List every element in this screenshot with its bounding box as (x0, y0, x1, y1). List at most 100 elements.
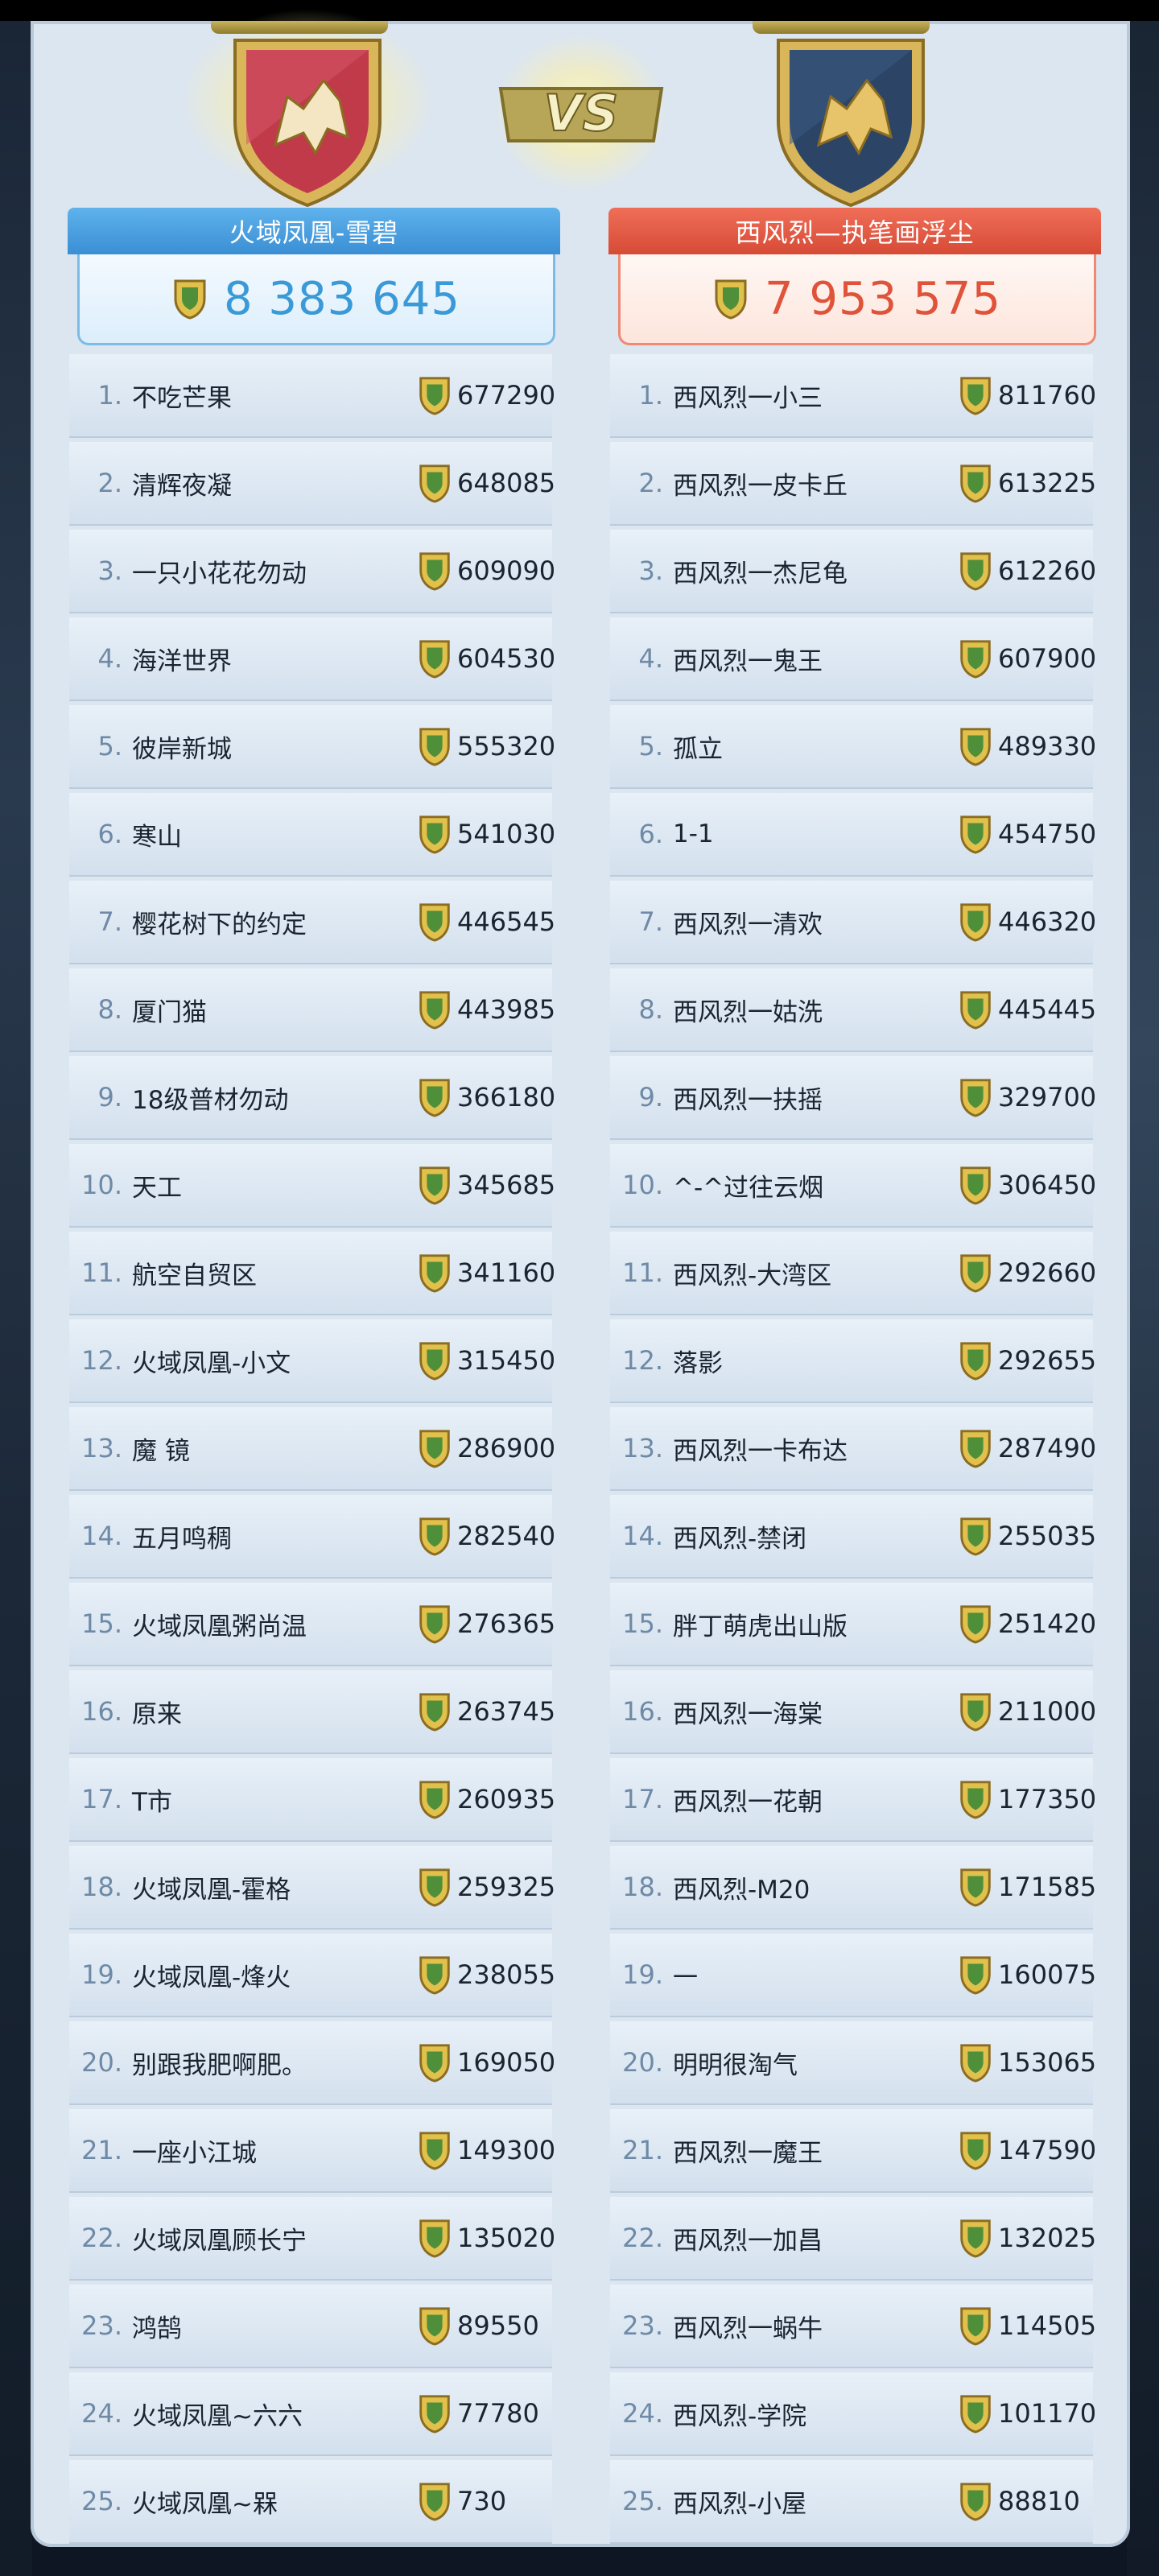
player-score: 177350 (998, 1784, 1097, 1814)
player-name: 西风烈一魔王 (673, 2138, 823, 2168)
player-row[interactable]: 18. 西风烈-M20 171585 (610, 1846, 1096, 1930)
player-row[interactable]: 8. 西风烈一姑洗 445445 (610, 968, 1096, 1052)
shield-coin-icon (960, 815, 991, 854)
player-name: 火域凤凰-烽火 (132, 1963, 291, 1992)
player-row[interactable]: 5. 彼岸新城 555320 (69, 705, 555, 789)
player-row[interactable]: 4. 海洋世界 604530 (69, 617, 555, 701)
player-row[interactable]: 3. 西风烈一杰尼龟 612260 (610, 530, 1096, 613)
player-row[interactable]: 7. 樱花树下的约定 446545 (69, 881, 556, 964)
player-rank: 18. (81, 1872, 122, 1902)
player-row[interactable]: 24. 火域凤凰~六六 77780 (69, 2372, 552, 2456)
shield-coin-icon (174, 279, 206, 320)
player-row[interactable]: 22. 西风烈一加昌 132025 (610, 2197, 1096, 2281)
player-score: 609090 (457, 555, 556, 586)
player-rank: 14. (622, 1521, 663, 1551)
shield-coin-icon (960, 1430, 991, 1468)
shield-coin-icon (419, 2307, 450, 2346)
shield-coin-icon (960, 1079, 991, 1117)
player-name: 天工 (132, 1173, 182, 1203)
player-score: 282540 (457, 1521, 556, 1551)
player-row[interactable]: 1. 西风烈一小三 811760 (610, 354, 1096, 438)
player-name: 一只小花花勿动 (132, 559, 307, 588)
player-row[interactable]: 19. 一 160075 (610, 1934, 1096, 2017)
shield-coin-icon (960, 377, 991, 415)
player-row[interactable]: 16. 原来 263745 (69, 1670, 555, 1754)
shield-coin-icon (419, 991, 450, 1030)
player-score: 306450 (998, 1170, 1097, 1200)
player-row[interactable]: 2. 西风烈一皮卡丘 613225 (610, 442, 1097, 526)
shield-coin-icon (419, 2219, 450, 2258)
player-row[interactable]: 21. 一座小江城 149300 (69, 2109, 555, 2193)
player-name: 西风烈-小屋 (673, 2489, 807, 2519)
player-score: 613225 (998, 468, 1097, 498)
player-name: 火域凤凰粥尚温 (132, 1612, 307, 1641)
player-row[interactable]: 4. 西风烈一鬼王 607900 (610, 617, 1096, 701)
player-row[interactable]: 5. 孤立 489330 (610, 705, 1096, 789)
player-score: 541030 (457, 819, 556, 849)
player-name: 西风烈一清欢 (673, 910, 823, 939)
player-row[interactable]: 25. 西风烈-小屋 88810 (610, 2460, 1093, 2544)
player-row[interactable]: 2. 清辉夜凝 648085 (69, 442, 555, 526)
player-row[interactable]: 17. T市 260935 (69, 1758, 555, 1842)
player-row[interactable]: 14. 西风烈-禁闭 255035 (610, 1495, 1096, 1579)
player-rank: 17. (622, 1784, 663, 1814)
player-name: 火域凤凰顾长宁 (132, 2226, 307, 2256)
left-team-header: 火域凤凰-雪碧 (68, 208, 560, 254)
shield-coin-icon (419, 1517, 450, 1556)
player-rank: 1. (638, 380, 663, 411)
player-row[interactable]: 8. 厦门猫 443985 (69, 968, 555, 1052)
player-rank: 14. (81, 1521, 122, 1551)
player-rank: 21. (81, 2135, 122, 2165)
player-row[interactable]: 24. 西风烈-学院 101170 (610, 2372, 1096, 2456)
player-name: 西风烈一扶摇 (673, 1085, 823, 1115)
player-row[interactable]: 15. 火域凤凰粥尚温 276365 (69, 1583, 555, 1666)
player-rank: 13. (622, 1433, 663, 1463)
player-row[interactable]: 17. 西风烈一花朝 177350 (610, 1758, 1097, 1842)
player-name: 胖丁萌虎出山版 (673, 1612, 848, 1641)
player-score: 114505 (998, 2310, 1097, 2341)
shield-coin-icon (419, 464, 450, 503)
player-row[interactable]: 10. ^-^过往云烟 306450 (610, 1144, 1097, 1228)
player-name: 魔 镜 (132, 1436, 190, 1466)
player-row[interactable]: 11. 西风烈-大湾区 292660 (610, 1232, 1096, 1315)
player-rank: 6. (638, 819, 663, 849)
player-row[interactable]: 6. 寒山 541030 (69, 793, 556, 877)
player-rank: 3. (97, 555, 122, 586)
player-row[interactable]: 23. 西风烈一蜗牛 114505 (610, 2285, 1097, 2368)
vs-label: VS (544, 84, 619, 142)
player-row[interactable]: 20. 别跟我肥啊肥。 169050 (69, 2021, 555, 2105)
player-row[interactable]: 25. 火域凤凰~槑 730 (69, 2460, 552, 2544)
player-row[interactable]: 21. 西风烈一魔王 147590 (610, 2109, 1096, 2193)
player-row[interactable]: 20. 明明很淘气 153065 (610, 2021, 1096, 2105)
player-rank: 11. (622, 1257, 663, 1288)
player-row[interactable]: 10. 天工 345685 (69, 1144, 555, 1228)
player-rank: 20. (622, 2047, 663, 2078)
player-row[interactable]: 12. 落影 292655 (610, 1319, 1096, 1403)
player-row[interactable]: 11. 航空自贸区 341160 (69, 1232, 555, 1315)
player-row[interactable]: 1. 不吃芒果 677290 (69, 354, 555, 438)
player-row[interactable]: 15. 胖丁萌虎出山版 251420 (610, 1583, 1097, 1666)
player-score: 251420 (998, 1608, 1097, 1639)
player-row[interactable]: 14. 五月鸣稠 282540 (69, 1495, 556, 1579)
shield-coin-icon (960, 640, 991, 679)
player-row[interactable]: 18. 火域凤凰-霍格 259325 (69, 1846, 555, 1930)
player-row[interactable]: 7. 西风烈一清欢 446320 (610, 881, 1097, 964)
player-row[interactable]: 22. 火域凤凰顾长宁 135020 (69, 2197, 555, 2281)
player-row[interactable]: 9. 18级普材勿动 366180 (69, 1056, 555, 1140)
player-row[interactable]: 9. 西风烈一扶摇 329700 (610, 1056, 1096, 1140)
player-row[interactable]: 23. 鸿鹄 89550 (69, 2285, 552, 2368)
player-name: 原来 (132, 1699, 182, 1729)
player-row[interactable]: 19. 火域凤凰-烽火 238055 (69, 1934, 555, 2017)
player-row[interactable]: 3. 一只小花花勿动 609090 (69, 530, 556, 613)
player-name: 一 (673, 1963, 698, 1992)
player-row[interactable]: 12. 火域凤凰-小文 315450 (69, 1319, 555, 1403)
player-score: 446545 (457, 906, 556, 937)
player-rank: 1. (97, 380, 122, 411)
player-rank: 23. (81, 2310, 122, 2341)
player-score: 446320 (998, 906, 1097, 937)
player-row[interactable]: 6. 1-1 454750 (610, 793, 1096, 877)
player-row[interactable]: 13. 魔 镜 286900 (69, 1407, 555, 1491)
player-row[interactable]: 13. 西风烈一卡布达 287490 (610, 1407, 1096, 1491)
player-row[interactable]: 16. 西风烈一海棠 211000 (610, 1670, 1096, 1754)
right-player-list: 1. 西风烈一小三 811760 2. 西风烈一皮卡丘 613225 3. 西风烈一杰尼龟 61… (610, 354, 1097, 2548)
